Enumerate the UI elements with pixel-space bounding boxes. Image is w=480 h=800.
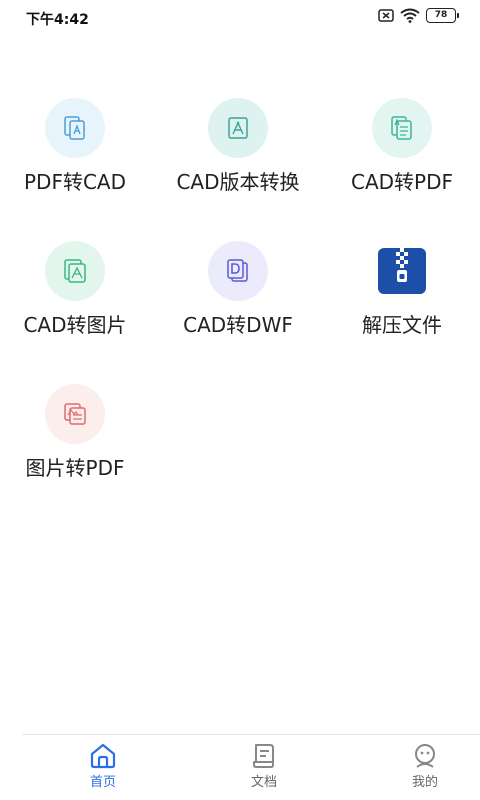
no-sim-icon xyxy=(378,9,394,22)
document-icon xyxy=(224,743,304,769)
tool-label: CAD转PDF xyxy=(350,170,453,194)
profile-icon xyxy=(385,743,465,769)
zip-file-icon xyxy=(372,241,432,301)
status-icons: 78 xyxy=(378,8,459,23)
battery-level: 78 xyxy=(434,10,448,20)
tool-unzip-file[interactable]: 解压文件 xyxy=(327,241,477,338)
tool-label: CAD转DWF xyxy=(183,313,293,337)
nav-home[interactable]: 首页 xyxy=(63,743,143,790)
tool-label: CAD版本转换 xyxy=(176,170,300,194)
tool-row: CAD转图片 CAD转DWF 解压文件 xyxy=(0,241,480,361)
tool-row: PDF转CAD CAD版本转换 CAD转PDF xyxy=(0,98,480,218)
tool-label: CAD转图片 xyxy=(23,313,127,337)
cad-to-pdf-icon xyxy=(372,98,432,158)
tool-cad-to-dwf[interactable]: CAD转DWF xyxy=(163,241,313,338)
tool-pdf-to-cad[interactable]: PDF转CAD xyxy=(0,98,150,195)
cad-version-icon xyxy=(208,98,268,158)
tool-cad-to-image[interactable]: CAD转图片 xyxy=(0,241,150,338)
wifi-icon xyxy=(400,8,420,23)
battery-icon: 78 xyxy=(426,8,459,23)
image-to-pdf-icon xyxy=(45,384,105,444)
nav-mine-label: 我的 xyxy=(411,775,438,790)
nav-home-label: 首页 xyxy=(89,775,116,790)
nav-mine[interactable]: 我的 xyxy=(385,743,465,790)
nav-docs-label: 文档 xyxy=(250,775,277,790)
pdf-to-cad-icon xyxy=(45,98,105,158)
status-bar: 下午4:42 78 xyxy=(0,0,480,36)
tool-image-to-pdf[interactable]: 图片转PDF xyxy=(0,384,150,481)
status-time: 下午4:42 xyxy=(26,12,89,28)
tool-cad-to-pdf[interactable]: CAD转PDF xyxy=(327,98,477,195)
cad-to-dwf-icon xyxy=(208,241,268,301)
tool-row: 图片转PDF xyxy=(0,384,480,504)
nav-docs[interactable]: 文档 xyxy=(224,743,304,790)
tool-label: 解压文件 xyxy=(362,313,442,337)
bottom-nav: 首页 文档 我的 xyxy=(22,734,480,800)
cad-to-image-icon xyxy=(45,241,105,301)
tool-label: PDF转CAD xyxy=(23,170,126,194)
home-icon xyxy=(63,743,143,769)
tool-label: 图片转PDF xyxy=(25,456,125,480)
tool-cad-version[interactable]: CAD版本转换 xyxy=(163,98,313,195)
